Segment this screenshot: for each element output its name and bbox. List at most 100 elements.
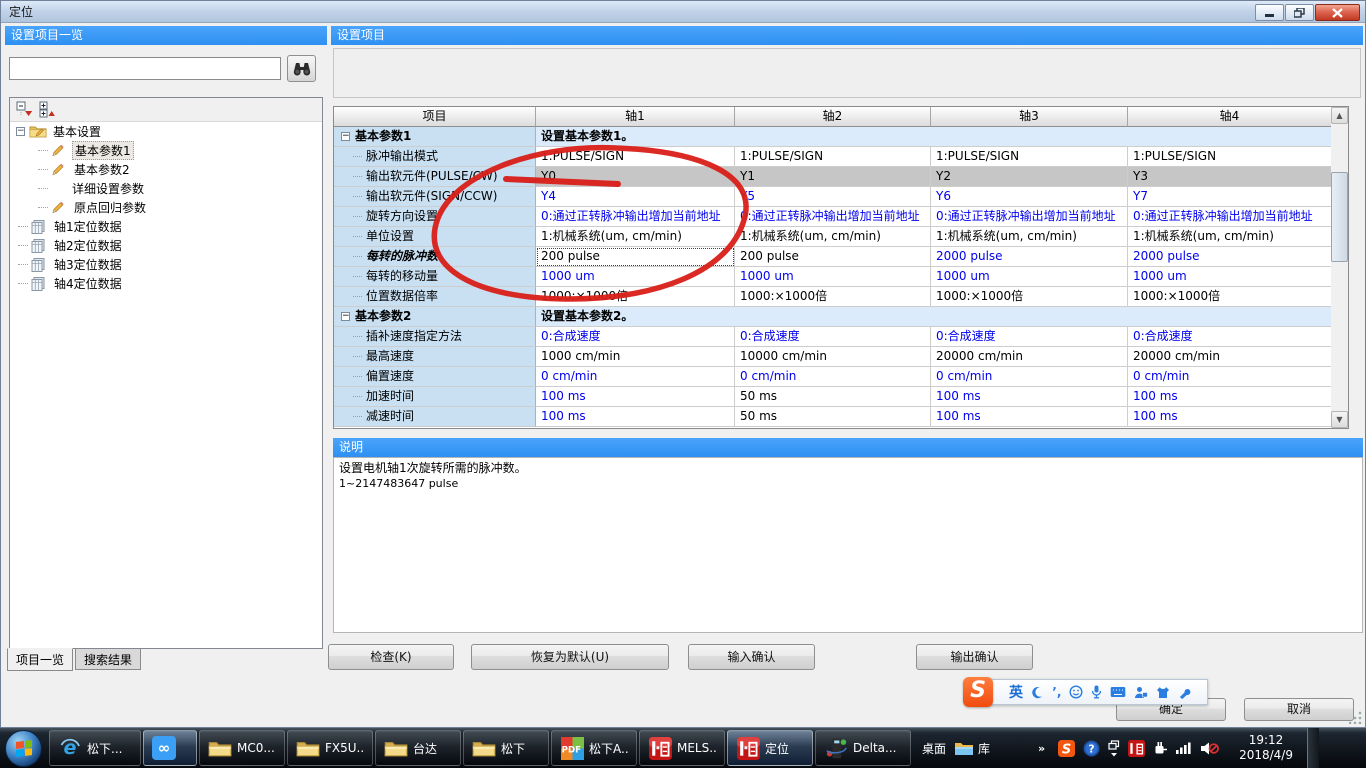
title-bar[interactable]: 定位	[1, 1, 1365, 23]
sogou-logo-icon[interactable]: S	[963, 677, 993, 707]
taskbar-app-button[interactable]: MC0...	[199, 730, 285, 766]
param-value-cell[interactable]: Y5	[735, 187, 931, 207]
microphone-icon[interactable]	[1091, 685, 1102, 699]
param-value-cell[interactable]: 100 ms	[536, 407, 735, 427]
tree-item-label[interactable]: 基本参数2	[72, 161, 132, 178]
collapse-toggle-icon[interactable]: −	[341, 312, 350, 321]
param-value-cell[interactable]: 100 ms	[536, 387, 735, 407]
param-row-label[interactable]: 偏置速度	[334, 367, 536, 387]
taskbar-app-button[interactable]: MELS...	[639, 730, 725, 766]
param-value-cell[interactable]: 0:合成速度	[1128, 327, 1332, 347]
tree-item-label[interactable]: 轴2定位数据	[52, 237, 124, 254]
param-value-cell[interactable]: 2000 pulse	[1128, 247, 1332, 267]
param-row-label[interactable]: 插补速度指定方法	[334, 327, 536, 347]
collapse-all-icon[interactable]	[16, 101, 33, 118]
tree-item[interactable]: 详细设置参数	[10, 179, 322, 198]
param-value-cell[interactable]: 200 pulse	[536, 247, 735, 267]
tree-item[interactable]: 轴1定位数据	[10, 217, 322, 236]
param-value-cell[interactable]: 0 cm/min	[1128, 367, 1332, 387]
taskbar-clock[interactable]: 19:12 2018/4/9	[1231, 733, 1301, 763]
tree-item[interactable]: − 基本设置	[10, 122, 322, 141]
param-value-cell[interactable]: 0 cm/min	[735, 367, 931, 387]
tree-item-label[interactable]: 基本参数1	[72, 141, 134, 160]
param-value-cell[interactable]: 1000 um	[536, 267, 735, 287]
keyboard-icon[interactable]	[1110, 686, 1126, 698]
column-header[interactable]: 轴3	[931, 107, 1128, 127]
search-button[interactable]	[287, 55, 316, 82]
tree-toggle-minus[interactable]: −	[16, 127, 25, 136]
output-confirm-button[interactable]: 输出确认	[916, 644, 1033, 670]
search-input[interactable]	[9, 57, 281, 80]
param-value-cell[interactable]: Y0	[536, 167, 735, 187]
close-button[interactable]	[1315, 4, 1360, 21]
param-row-label[interactable]: 位置数据倍率	[334, 287, 536, 307]
param-value-cell[interactable]: 1000 um	[1128, 267, 1332, 287]
param-row-label[interactable]: 减速时间	[334, 407, 536, 427]
param-row-label[interactable]: 加速时间	[334, 387, 536, 407]
param-value-cell[interactable]: 2000 pulse	[931, 247, 1128, 267]
taskbar-app-button[interactable]: Delta...	[815, 730, 911, 766]
param-value-cell[interactable]: 20000 cm/min	[1128, 347, 1332, 367]
taskbar-app-button[interactable]: e松下...	[49, 730, 141, 766]
param-value-cell[interactable]: 0:合成速度	[536, 327, 735, 347]
param-value-cell[interactable]: 1000 um	[931, 267, 1128, 287]
skin-icon[interactable]	[1156, 686, 1170, 699]
power-plug-icon[interactable]	[1153, 740, 1168, 756]
taskbar-app-button[interactable]: FX5U...	[287, 730, 373, 766]
tree-item-label[interactable]: 原点回归参数	[72, 199, 148, 216]
tab-search-results[interactable]: 搜索结果	[75, 649, 141, 670]
group-row-label[interactable]: −基本参数2	[334, 307, 536, 327]
param-value-cell[interactable]: 1000 cm/min	[536, 347, 735, 367]
param-value-cell[interactable]: 0 cm/min	[536, 367, 735, 387]
param-value-cell[interactable]: 200 pulse	[735, 247, 931, 267]
volume-muted-icon[interactable]	[1200, 741, 1219, 756]
param-value-cell[interactable]: 1:PULSE/SIGN	[735, 147, 931, 167]
punctuation-icon[interactable]: ’,	[1051, 686, 1061, 699]
tree-item[interactable]: 基本参数2	[10, 160, 322, 179]
param-value-cell[interactable]: 0 cm/min	[931, 367, 1128, 387]
param-value-cell[interactable]: 50 ms	[735, 387, 931, 407]
param-value-cell[interactable]: 100 ms	[931, 407, 1128, 427]
param-value-cell[interactable]: 100 ms	[931, 387, 1128, 407]
help-icon[interactable]: ?	[1083, 740, 1100, 757]
param-value-cell[interactable]: 50 ms	[735, 407, 931, 427]
param-row-label[interactable]: 每转的脉冲数	[334, 247, 536, 267]
param-value-cell[interactable]: Y2	[931, 167, 1128, 187]
ime-toolbar[interactable]: S 英 ’,	[974, 679, 1208, 705]
tree-item[interactable]: 原点回归参数	[10, 198, 322, 217]
param-value-cell[interactable]: Y4	[536, 187, 735, 207]
group-row-label[interactable]: −基本参数1	[334, 127, 536, 147]
param-value-cell[interactable]: 1000 um	[735, 267, 931, 287]
param-value-cell[interactable]: Y6	[931, 187, 1128, 207]
person-icon[interactable]	[1134, 686, 1148, 699]
scroll-thumb[interactable]	[1331, 172, 1348, 262]
tree-item-label[interactable]: 基本设置	[51, 123, 103, 140]
collapse-toggle-icon[interactable]: −	[341, 132, 350, 141]
network-signal-icon[interactable]	[1176, 741, 1192, 755]
param-value-cell[interactable]: Y7	[1128, 187, 1332, 207]
resize-grip[interactable]	[1349, 711, 1362, 724]
tree-item-label[interactable]: 轴4定位数据	[52, 275, 124, 292]
param-value-cell[interactable]: 1:机械系统(um, cm/min)	[1128, 227, 1332, 247]
param-value-cell[interactable]: 0:通过正转脉冲输出增加当前地址	[735, 207, 931, 227]
param-value-cell[interactable]: 0:合成速度	[735, 327, 931, 347]
input-confirm-button[interactable]: 输入确认	[688, 644, 815, 670]
param-value-cell[interactable]: 1000:×1000倍	[1128, 287, 1332, 307]
param-value-cell[interactable]: Y3	[1128, 167, 1332, 187]
param-value-cell[interactable]: 0:合成速度	[931, 327, 1128, 347]
param-value-cell[interactable]: 1000:×1000倍	[735, 287, 931, 307]
table-scrollbar[interactable]: ▲ ▼	[1331, 107, 1348, 428]
restore-button[interactable]	[1285, 4, 1314, 21]
taskbar-app-button[interactable]: ∞	[143, 730, 197, 766]
show-desktop-button[interactable]	[1307, 728, 1319, 768]
check-button[interactable]: 检查(K)	[328, 644, 454, 670]
param-value-cell[interactable]: 1000:×1000倍	[536, 287, 735, 307]
tree-item[interactable]: 轴4定位数据	[10, 274, 322, 293]
param-row-label[interactable]: 最高速度	[334, 347, 536, 367]
expand-all-icon[interactable]	[39, 101, 56, 118]
restore-default-button[interactable]: 恢复为默认(U)	[471, 644, 669, 670]
param-value-cell[interactable]: 0:通过正转脉冲输出增加当前地址	[536, 207, 735, 227]
param-value-cell[interactable]: 100 ms	[1128, 387, 1332, 407]
sogou-icon[interactable]: S	[1058, 740, 1075, 757]
param-value-cell[interactable]: 1:机械系统(um, cm/min)	[536, 227, 735, 247]
